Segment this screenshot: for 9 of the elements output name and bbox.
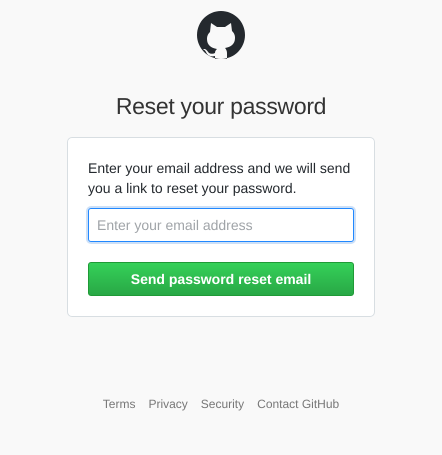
instructions-text: Enter your email address and we will send you a link to reset your password. [88, 159, 352, 198]
page-title: Reset your password [116, 92, 326, 121]
cat-logo-icon[interactable] [197, 11, 245, 59]
footer-link[interactable]: Security [200, 397, 244, 411]
email-input-field[interactable]: Enter your email address [88, 208, 354, 242]
footer-link[interactable]: Privacy [148, 397, 188, 411]
send-reset-button[interactable]: Send password reset email [88, 262, 354, 296]
footer-link[interactable]: Terms [102, 397, 136, 411]
footer-link[interactable]: Contact GitHub [257, 397, 340, 411]
